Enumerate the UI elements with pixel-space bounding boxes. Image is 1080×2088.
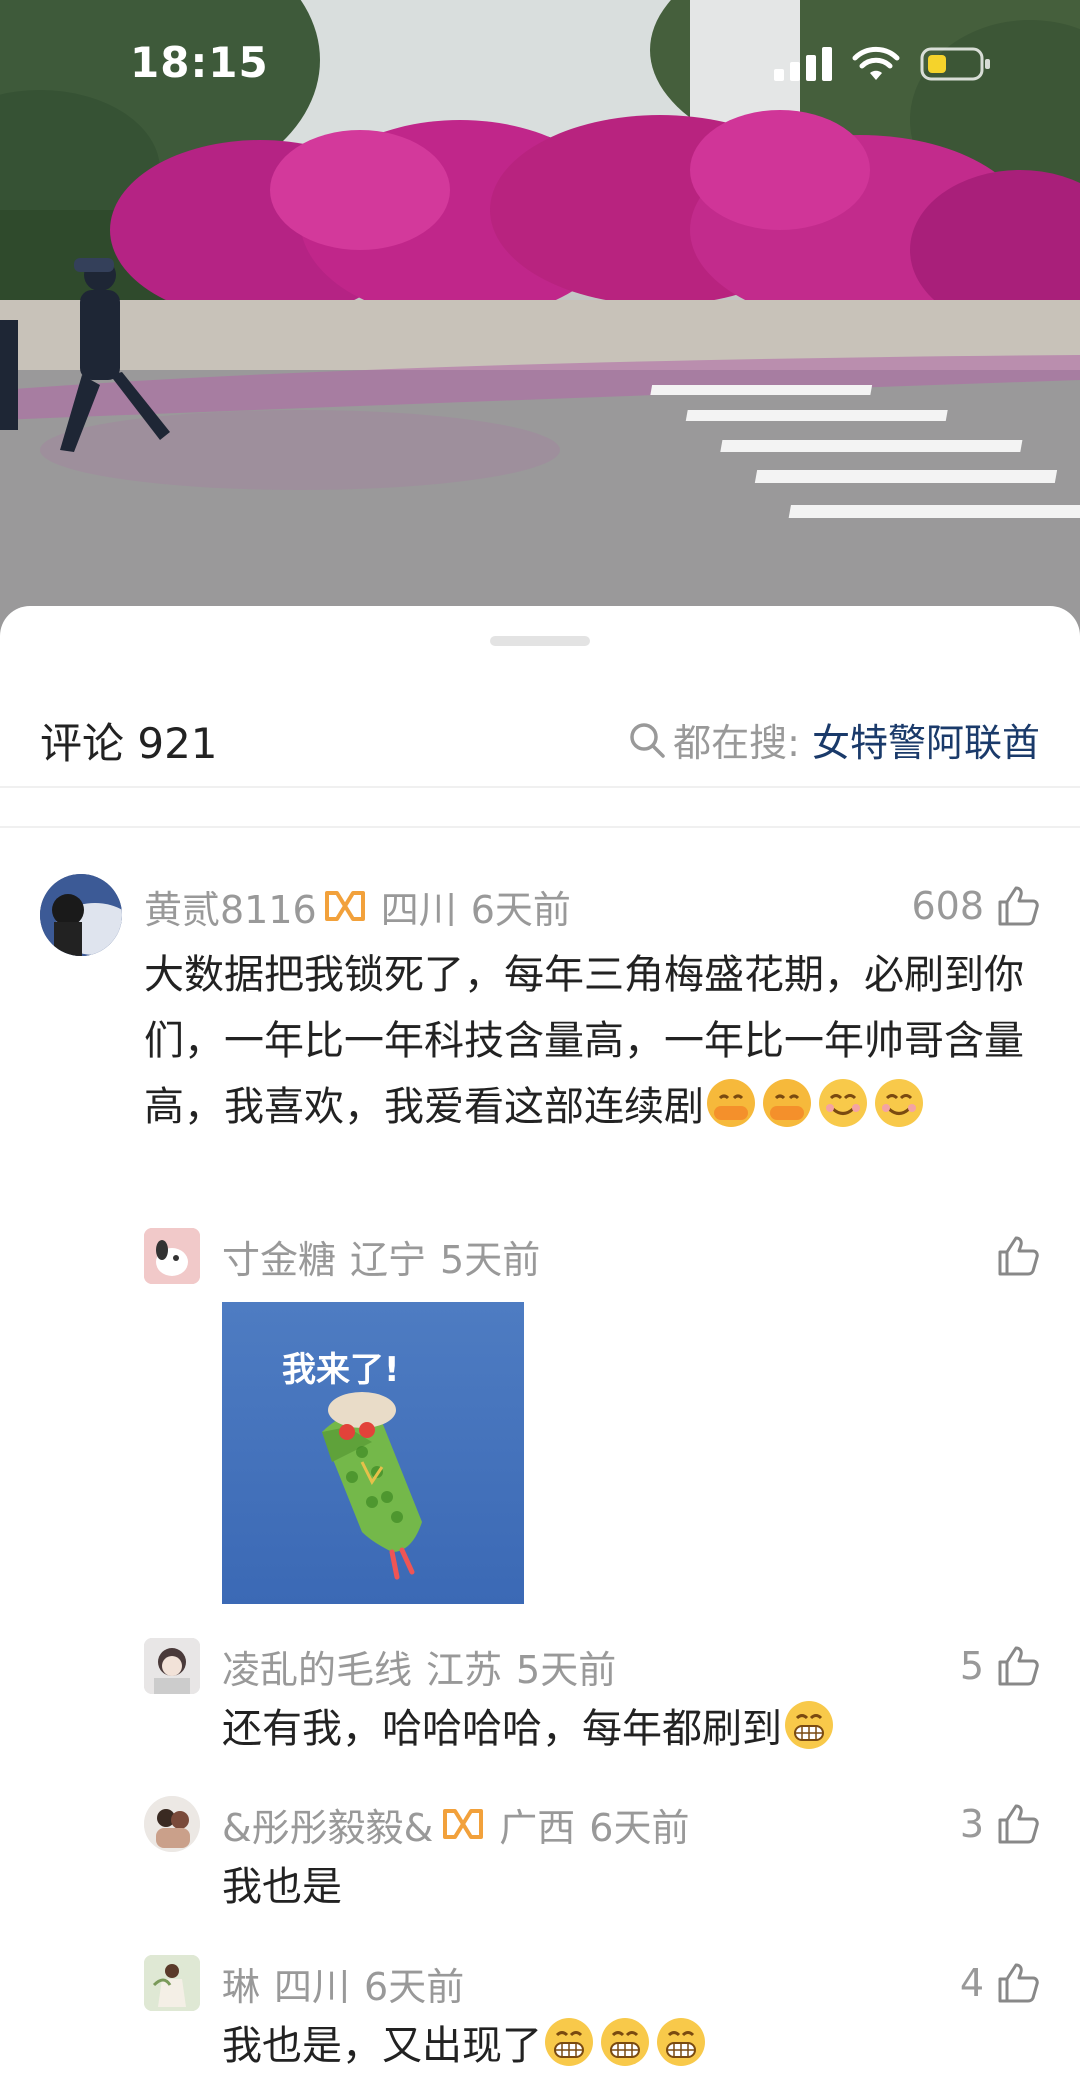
grinning-face-emoji-icon <box>657 2018 705 2066</box>
corn-character-icon <box>322 1392 422 1580</box>
shy-face-emoji-icon <box>707 1079 755 1127</box>
video-frame[interactable]: 18:15 <box>0 0 1080 640</box>
like-count: 4 <box>959 1961 984 2005</box>
comment-meta: 黄贰8116 四川 6天前 <box>144 876 571 936</box>
search-keyword[interactable]: 女特警阿联酋 <box>812 712 1040 767</box>
like-button[interactable]: 608 <box>911 876 1040 936</box>
comment-text: 我也是，又出现了 <box>222 2013 1040 2079</box>
drag-handle[interactable] <box>490 636 590 646</box>
thumbs-up-icon <box>998 1804 1039 1844</box>
like-button[interactable]: 4 <box>960 1953 1040 2013</box>
comment-meta: 寸金糖 辽宁 5天前 <box>222 1226 540 1286</box>
cellular-signal-icon <box>774 47 832 81</box>
reply-item[interactable]: &彤彤毅毅& 广西 6天前 3 我也是 <box>0 1784 1080 1934</box>
comment-text: 还有我，哈哈哈哈，每年都刷到 <box>222 1696 1040 1762</box>
search-prefix: 都在搜: <box>673 721 800 765</box>
username[interactable]: 黄贰8116 <box>144 879 317 934</box>
comment-meta: 凌乱的毛线 江苏 5天前 <box>222 1636 616 1696</box>
avatar[interactable] <box>144 1638 200 1694</box>
timestamp: 5天前 <box>440 1237 541 1282</box>
like-count: 3 <box>959 1802 984 1846</box>
comments-header: 评论 921 都在搜: 女特警阿联酋 <box>0 692 1080 782</box>
thumbs-up-icon <box>998 886 1039 926</box>
timestamp: 6天前 <box>364 1964 465 2009</box>
smiling-face-emoji-icon <box>819 1079 867 1127</box>
username[interactable]: 凌乱的毛线 <box>222 1639 412 1694</box>
section-divider <box>0 826 1080 828</box>
username[interactable]: 寸金糖 <box>222 1229 336 1284</box>
comment-meta: &彤彤毅毅& 广西 6天前 <box>222 1794 689 1854</box>
like-button[interactable]: 5 <box>960 1636 1040 1696</box>
grinning-face-emoji-icon <box>785 1701 833 1749</box>
avatar[interactable] <box>144 1955 200 2011</box>
status-time: 18:15 <box>130 38 269 87</box>
comment-body: 我也是，又出现了 <box>222 2023 542 2069</box>
region: 四川 <box>274 1964 351 2009</box>
reply-item[interactable]: 琳 四川 6天前 4 我也是，又出现了 <box>0 1943 1080 2088</box>
sticker-image[interactable]: 我来了! <box>222 1302 524 1604</box>
fan-badge-icon <box>324 891 365 921</box>
wifi-icon <box>852 46 900 80</box>
username[interactable]: 琳 <box>222 1956 260 2011</box>
status-bar: 18:15 <box>0 0 1080 130</box>
grinning-face-emoji-icon <box>545 2018 593 2066</box>
comment-count-title: 评论 921 <box>40 719 218 768</box>
timestamp: 6天前 <box>470 887 571 932</box>
thumbs-up-icon <box>998 1646 1039 1686</box>
comment-body: 我也是 <box>222 1864 342 1910</box>
region: 四川 <box>380 887 457 932</box>
timestamp: 6天前 <box>589 1805 690 1850</box>
fan-badge-icon <box>443 1809 484 1839</box>
region: 广西 <box>499 1805 576 1850</box>
avatar[interactable] <box>40 874 122 956</box>
reply-item[interactable]: 凌乱的毛线 江苏 5天前 5 还有我，哈哈哈哈，每年都刷到 <box>0 1626 1080 1776</box>
like-button[interactable]: 3 <box>960 1794 1040 1854</box>
smiling-face-emoji-icon <box>875 1079 923 1127</box>
comment-item[interactable]: 黄贰8116 四川 6天前 608 大数据把我锁死了，每年三角梅盛花期，必刷到你… <box>0 866 1080 1266</box>
shy-face-emoji-icon <box>763 1079 811 1127</box>
region: 辽宁 <box>350 1237 427 1282</box>
battery-icon <box>920 47 990 81</box>
region: 江苏 <box>426 1647 503 1692</box>
username[interactable]: &彤彤毅毅& <box>222 1797 433 1852</box>
timestamp: 5天前 <box>516 1647 617 1692</box>
comment-text: 我也是 <box>222 1854 1040 1920</box>
header-divider <box>0 786 1080 788</box>
comments-sheet: 评论 921 都在搜: 女特警阿联酋 黄贰8116 四川 6天前 608 大数据… <box>0 606 1080 2088</box>
comment-meta: 琳 四川 6天前 <box>222 1953 464 2013</box>
thumbs-up-icon <box>998 1236 1039 1276</box>
thumbs-up-icon <box>998 1963 1039 2003</box>
comment-text: 大数据把我锁死了，每年三角梅盛花期，必刷到你们，一年比一年科技含量高，一年比一年… <box>144 942 1040 1140</box>
comment-body: 还有我，哈哈哈哈，每年都刷到 <box>222 1706 782 1752</box>
avatar[interactable] <box>144 1796 200 1852</box>
search-icon <box>630 722 665 758</box>
search-suggestion[interactable]: 都在搜: 女特警阿联酋 <box>627 712 1040 767</box>
like-count: 5 <box>959 1644 984 1688</box>
reply-item[interactable]: 寸金糖 辽宁 5天前 我来了! <box>0 1216 1080 1606</box>
avatar[interactable] <box>144 1228 200 1284</box>
like-button[interactable] <box>984 1226 1040 1286</box>
grinning-face-emoji-icon <box>601 2018 649 2066</box>
like-count: 608 <box>911 884 984 928</box>
